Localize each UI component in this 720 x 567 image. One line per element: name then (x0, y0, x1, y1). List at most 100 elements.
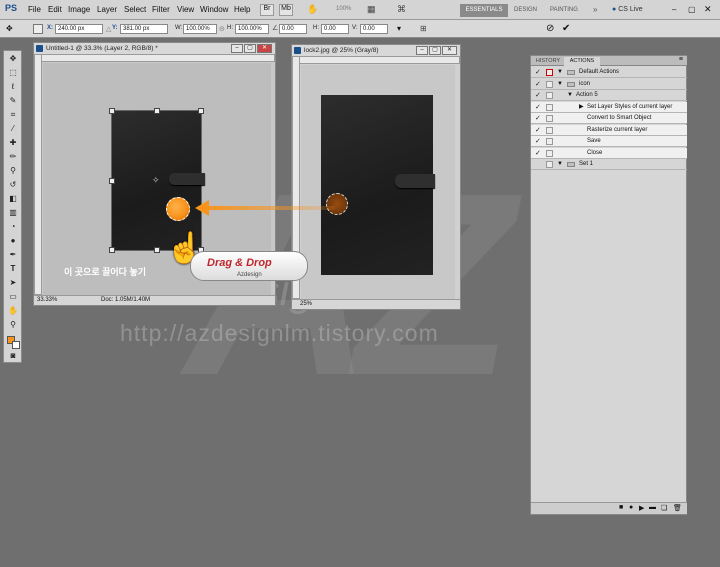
document-window-lock2[interactable]: lock2.jpg @ 25% (Gray/8) – ▢ ✕ 25% (291, 44, 461, 310)
background-color-swatch[interactable] (12, 341, 20, 349)
restore-app-button[interactable]: ▢ (688, 5, 696, 14)
h-field[interactable]: 100.00% (235, 24, 269, 34)
workspace-essentials[interactable]: ESSENTIALS (460, 4, 508, 17)
minimize-app-button[interactable]: – (672, 5, 676, 14)
quick-select-tool-icon[interactable]: ✎ (7, 96, 19, 106)
action-row[interactable]: ▼ Set 1 (531, 159, 687, 170)
transform-handle-left[interactable] (109, 178, 115, 184)
menu-view[interactable]: View (177, 5, 194, 14)
expand-triangle-icon[interactable]: ▼ (567, 90, 573, 101)
bridge-button[interactable]: Br (260, 4, 274, 16)
workspace-painting[interactable]: PAINTING (550, 7, 578, 13)
checkmark-icon[interactable]: ✓ (535, 150, 542, 157)
dialog-toggle-box[interactable] (546, 149, 553, 157)
doc1-restore-button[interactable]: ▢ (244, 44, 256, 53)
empty-check-icon[interactable] (535, 161, 542, 168)
link-icon[interactable]: ⊝ (219, 25, 225, 33)
play-icon[interactable]: ▶ (639, 504, 644, 512)
lasso-tool-icon[interactable]: ℓ (7, 82, 19, 92)
close-app-button[interactable]: ✕ (704, 4, 712, 15)
x-field[interactable]: 240.00 px (55, 24, 103, 34)
doc2-restore-button[interactable]: ▢ (429, 46, 441, 55)
action-row[interactable]: ✓ Save (531, 136, 687, 147)
doc2-canvas[interactable] (301, 65, 455, 301)
menu-filter[interactable]: Filter (152, 5, 170, 14)
dialog-toggle-box[interactable] (546, 103, 553, 111)
lock2-image[interactable] (321, 95, 435, 275)
warp-icon[interactable]: ⊞ (420, 24, 432, 34)
interpolation-icon[interactable]: ▾ (397, 24, 409, 34)
doc1-minimize-button[interactable]: – (231, 44, 243, 53)
checkmark-icon[interactable]: ✓ (535, 69, 542, 76)
eyedropper-tool-icon[interactable]: ⁄ (7, 124, 19, 134)
stop-icon[interactable]: ■ (619, 504, 623, 511)
arrange-icon[interactable]: ⌘ (397, 4, 411, 16)
gradient-tool-icon[interactable]: ▥ (7, 208, 19, 218)
tab-history[interactable]: HISTORY (533, 57, 563, 66)
doc2-zoom-level[interactable]: 25% (300, 300, 312, 309)
minibridge-button[interactable]: Mb (279, 4, 293, 16)
hand-icon[interactable]: ✋ (307, 4, 323, 16)
checkmark-icon[interactable]: ✓ (535, 81, 542, 88)
dialog-toggle-box[interactable] (546, 161, 553, 168)
checkmark-icon[interactable]: ✓ (535, 92, 542, 99)
panel-menu-icon[interactable]: ≡ (679, 56, 683, 63)
doc1-zoom-level[interactable]: 33.33% (37, 296, 57, 305)
doc2-minimize-button[interactable]: – (416, 46, 428, 55)
menu-layer[interactable]: Layer (97, 5, 117, 14)
dialog-toggle-box[interactable] (546, 126, 553, 134)
grid-icon[interactable]: ▦ (367, 4, 381, 16)
workspace-more[interactable]: » (593, 5, 597, 14)
marquee-tool-icon[interactable]: ⬚ (7, 68, 19, 78)
vskew-field[interactable]: 0.00 (360, 24, 388, 34)
doc1-close-button[interactable]: ✕ (257, 44, 272, 53)
leather-case-image[interactable]: ✧ (109, 108, 205, 253)
transform-handle-bottom[interactable] (154, 247, 160, 253)
history-brush-tool-icon[interactable]: ↺ (7, 180, 19, 190)
menu-help[interactable]: Help (234, 5, 250, 14)
type-tool-icon[interactable]: T (7, 264, 19, 274)
doc1-titlebar[interactable]: Untitled-1 @ 33.3% (Layer 2, RGB/8) * – … (34, 43, 275, 54)
transform-handle-tr[interactable] (198, 108, 204, 114)
zoom-level-dropdown[interactable]: 100% (336, 6, 351, 12)
new-set-icon[interactable]: ▬ (649, 504, 656, 511)
delete-icon[interactable]: 🗑 (673, 504, 682, 512)
dialog-toggle-box[interactable] (546, 138, 553, 145)
commit-transform-icon[interactable]: ✔ (562, 23, 574, 35)
checkmark-icon[interactable]: ✓ (535, 115, 542, 122)
dialog-toggle-box[interactable] (546, 92, 553, 99)
crop-tool-icon[interactable]: ⌗ (7, 110, 19, 120)
w-field[interactable]: 100.00% (183, 24, 217, 34)
quick-mask-icon[interactable]: ◙ (7, 351, 19, 361)
transform-handle-bl[interactable] (109, 247, 115, 253)
checkmark-icon[interactable]: ✓ (535, 104, 542, 111)
transform-handle-top[interactable] (154, 108, 160, 114)
expand-triangle-icon[interactable]: ▼ (557, 67, 563, 78)
zoom-tool-icon[interactable]: ⚲ (7, 320, 19, 330)
checkmark-icon[interactable]: ✓ (535, 127, 542, 134)
blur-tool-icon[interactable]: ◔ (7, 222, 19, 232)
action-row[interactable]: ✓ Close (531, 147, 687, 159)
path-select-tool-icon[interactable]: ➤ (7, 278, 19, 288)
move-tool-icon[interactable]: ✥ (7, 54, 19, 64)
menu-edit[interactable]: Edit (48, 5, 62, 14)
action-row[interactable]: ✓ ▼ icon (531, 79, 687, 90)
brush-tool-icon[interactable]: ✏ (7, 152, 19, 162)
shape-tool-icon[interactable]: ▭ (7, 292, 19, 302)
new-action-icon[interactable]: ❏ (661, 504, 667, 512)
angle-field[interactable]: 0.00 (279, 24, 307, 34)
doc2-titlebar[interactable]: lock2.jpg @ 25% (Gray/8) – ▢ ✕ (292, 45, 460, 56)
action-row[interactable]: ✓ ▼ Action 5 (531, 90, 687, 101)
dialog-toggle-box[interactable] (546, 69, 553, 76)
transform-handle-tl[interactable] (109, 108, 115, 114)
healing-brush-tool-icon[interactable]: ✚ (7, 138, 19, 148)
hskew-field[interactable]: 0.00 (321, 24, 349, 34)
action-row[interactable]: ✓ Convert to Smart Object (531, 113, 687, 124)
eraser-tool-icon[interactable]: ◧ (7, 194, 19, 204)
pen-tool-icon[interactable]: ✒ (7, 250, 19, 260)
cs-live-button[interactable]: ● CS Live (612, 6, 643, 13)
menu-image[interactable]: Image (68, 5, 90, 14)
doc2-close-button[interactable]: ✕ (442, 46, 457, 55)
dodge-tool-icon[interactable]: ● (7, 236, 19, 246)
workspace-design[interactable]: DESIGN (514, 7, 537, 13)
